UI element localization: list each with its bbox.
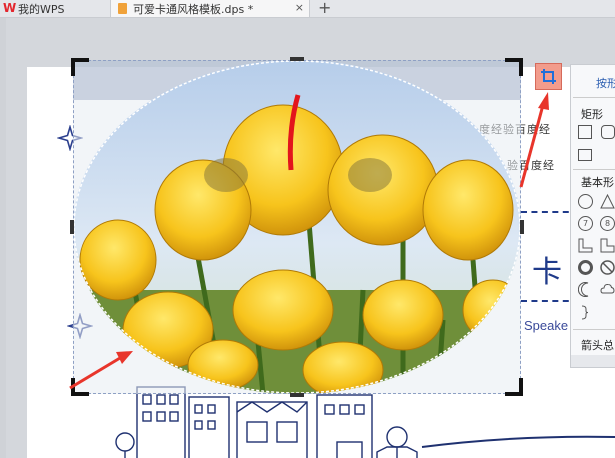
shape-rounded-rectangle[interactable]: [601, 125, 615, 139]
annotation-arrows: [69, 92, 549, 390]
panel-divider: [573, 329, 615, 330]
shape-ellipse[interactable]: [578, 194, 593, 209]
shape-rectangle[interactable]: [578, 125, 592, 139]
shape-l-frame[interactable]: [578, 238, 593, 253]
shape-cloud[interactable]: [600, 282, 615, 297]
section-arrow-label: 箭头总: [581, 339, 614, 352]
shape-brace[interactable]: [580, 305, 590, 320]
section-basic-label: 基本形: [581, 176, 614, 189]
panel-divider: [573, 97, 615, 98]
shape-no-symbol[interactable]: [600, 260, 615, 275]
shape-rectangle-small[interactable]: [578, 149, 592, 161]
section-rect-label: 矩形: [581, 108, 603, 121]
panel-divider: [573, 169, 615, 170]
shape-l-shape[interactable]: [600, 238, 615, 253]
shape-donut[interactable]: [578, 260, 593, 275]
shape-triangle[interactable]: [600, 194, 615, 209]
shape-circle-7[interactable]: 7: [578, 216, 593, 231]
shape-moon[interactable]: [578, 282, 593, 297]
panel-scroll-area[interactable]: [571, 355, 615, 367]
crop-shape-panel: 按形 矩形 基本形 7 8 箭头总: [570, 64, 615, 368]
panel-tab-by-shape[interactable]: 按形: [596, 75, 615, 91]
shape-circle-8[interactable]: 8: [600, 216, 615, 231]
